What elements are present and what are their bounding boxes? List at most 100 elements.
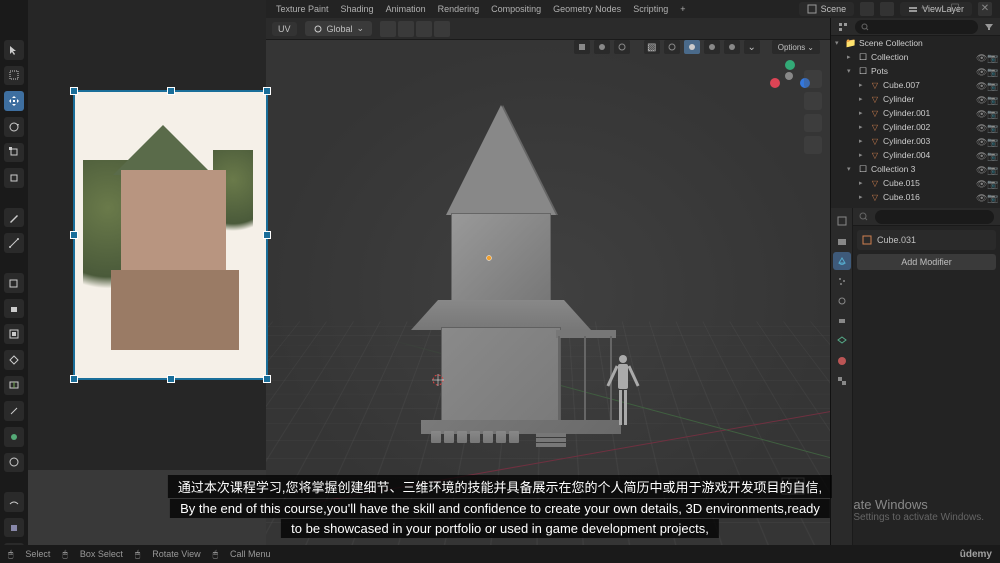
image-handle-tl[interactable] bbox=[70, 87, 78, 95]
menu-geometry-nodes[interactable]: Geometry Nodes bbox=[553, 4, 621, 14]
prop-tab-particle[interactable] bbox=[833, 272, 851, 290]
proportional-button[interactable] bbox=[416, 21, 432, 37]
tool-select-box[interactable] bbox=[4, 66, 24, 86]
perspective-icon[interactable] bbox=[804, 136, 822, 154]
tool-bevel[interactable] bbox=[4, 350, 24, 370]
house-model[interactable] bbox=[401, 105, 601, 475]
properties-search[interactable] bbox=[875, 210, 994, 224]
left-toolbar bbox=[0, 0, 28, 563]
prop-tab-data[interactable] bbox=[833, 332, 851, 350]
prop-tab-texture[interactable] bbox=[833, 372, 851, 390]
tool-annotate[interactable] bbox=[4, 208, 24, 228]
tool-scale[interactable] bbox=[4, 143, 24, 163]
tool-loopcut[interactable] bbox=[4, 376, 24, 396]
camera-icon[interactable] bbox=[804, 114, 822, 132]
image-handle-t[interactable] bbox=[167, 87, 175, 95]
tool-smooth[interactable] bbox=[4, 492, 24, 512]
gizmo-x-axis[interactable] bbox=[770, 78, 780, 88]
menu-animation[interactable]: Animation bbox=[386, 4, 426, 14]
close-button[interactable]: ✕ bbox=[970, 0, 1000, 16]
scene-name: Scene bbox=[821, 4, 847, 14]
image-handle-l[interactable] bbox=[70, 231, 78, 239]
menu-shading[interactable]: Shading bbox=[341, 4, 374, 14]
tool-rotate[interactable] bbox=[4, 117, 24, 137]
subtitle-line-2: By the end of this course,you'll have th… bbox=[170, 499, 830, 518]
select-visible[interactable] bbox=[574, 40, 590, 54]
menu-scripting[interactable]: Scripting bbox=[633, 4, 668, 14]
orientation-dropdown[interactable]: Global ⌄ bbox=[305, 21, 373, 36]
menu-compositing[interactable]: Compositing bbox=[491, 4, 541, 14]
scene-selector[interactable]: Scene bbox=[799, 2, 855, 16]
viewport-nav-icons bbox=[804, 70, 822, 154]
shading-dropdown[interactable]: ⌄ bbox=[744, 40, 760, 54]
image-handle-br[interactable] bbox=[263, 375, 271, 383]
scene-new[interactable] bbox=[860, 2, 874, 16]
gizmo-y-axis[interactable] bbox=[785, 60, 795, 70]
prop-tab-physics[interactable] bbox=[833, 292, 851, 310]
object-name-header[interactable]: Cube.031 bbox=[857, 230, 996, 250]
tree-cylinder[interactable]: ▸▽Cylinder👁📷 bbox=[831, 92, 1000, 106]
tool-edge[interactable] bbox=[4, 518, 24, 538]
rendered-shade[interactable] bbox=[724, 40, 740, 54]
prop-tab-output[interactable] bbox=[833, 232, 851, 250]
tree-cube007[interactable]: ▸▽Cube.007👁📷 bbox=[831, 78, 1000, 92]
tree-cube016[interactable]: ▸▽Cube.016👁📷 bbox=[831, 190, 1000, 204]
tree-cylinder002[interactable]: ▸▽Cylinder.002👁📷 bbox=[831, 120, 1000, 134]
status-select: Select bbox=[25, 549, 50, 559]
material-shade[interactable] bbox=[704, 40, 720, 54]
outliner-search[interactable] bbox=[855, 20, 978, 34]
tool-knife[interactable] bbox=[4, 401, 24, 421]
tool-move[interactable] bbox=[4, 91, 24, 111]
tree-cylinder003[interactable]: ▸▽Cylinder.003👁📷 bbox=[831, 134, 1000, 148]
pan-icon[interactable] bbox=[804, 92, 822, 110]
zoom-icon[interactable] bbox=[804, 70, 822, 88]
wireframe-shade[interactable] bbox=[664, 40, 680, 54]
overlay-toggle[interactable] bbox=[614, 40, 630, 54]
scene-delete[interactable] bbox=[880, 2, 894, 16]
tree-cylinder004[interactable]: ▸▽Cylinder.004👁📷 bbox=[831, 148, 1000, 162]
subtitle-line-3: to be showcased in your portfolio or use… bbox=[281, 519, 719, 538]
tool-extrude[interactable] bbox=[4, 299, 24, 319]
viewport-3d[interactable] bbox=[266, 40, 830, 545]
menu-add-workspace[interactable]: + bbox=[680, 4, 685, 14]
tree-pots-collection[interactable]: ▾☐Pots👁📷 bbox=[831, 64, 1000, 78]
tool-inset[interactable] bbox=[4, 324, 24, 344]
maximize-button[interactable]: ☐ bbox=[940, 0, 970, 16]
solid-shade[interactable] bbox=[684, 40, 700, 54]
tool-transform[interactable] bbox=[4, 168, 24, 188]
mannequin-model[interactable] bbox=[611, 355, 635, 437]
menu-rendering[interactable]: Rendering bbox=[438, 4, 480, 14]
image-handle-r[interactable] bbox=[263, 231, 271, 239]
prop-tab-modifier[interactable] bbox=[833, 252, 851, 270]
tree-scene-collection[interactable]: ▾📁Scene Collection bbox=[831, 36, 1000, 50]
tool-poly[interactable] bbox=[4, 427, 24, 447]
minimize-button[interactable]: ─ bbox=[910, 0, 940, 16]
cube-icon bbox=[861, 234, 873, 246]
tool-spin[interactable] bbox=[4, 453, 24, 473]
tool-measure[interactable] bbox=[4, 233, 24, 253]
menu-texture-paint[interactable]: Texture Paint bbox=[276, 4, 329, 14]
outliner-type-icon[interactable] bbox=[837, 21, 849, 33]
viewport-options[interactable]: Options ⌄ bbox=[772, 40, 820, 54]
snap-button[interactable] bbox=[398, 21, 414, 37]
add-modifier-button[interactable]: Add Modifier bbox=[857, 254, 996, 270]
image-handle-tr[interactable] bbox=[263, 87, 271, 95]
tree-collection3[interactable]: ▾☐Collection 3👁📷 bbox=[831, 162, 1000, 176]
gizmo-toggle[interactable] bbox=[594, 40, 610, 54]
tool-cursor[interactable] bbox=[4, 40, 24, 60]
tree-cylinder001[interactable]: ▸▽Cylinder.001👁📷 bbox=[831, 106, 1000, 120]
image-handle-bl[interactable] bbox=[70, 375, 78, 383]
prop-tab-render[interactable] bbox=[833, 212, 851, 230]
tree-collection[interactable]: ▸☐Collection👁📷 bbox=[831, 50, 1000, 64]
prop-tab-constraint[interactable] bbox=[833, 312, 851, 330]
filter-icon[interactable] bbox=[984, 22, 994, 32]
proportional-type-button[interactable] bbox=[434, 21, 450, 37]
reference-image[interactable] bbox=[73, 90, 268, 380]
image-handle-b[interactable] bbox=[167, 375, 175, 383]
tool-add-cube[interactable] bbox=[4, 273, 24, 293]
pivot-button[interactable] bbox=[380, 21, 396, 37]
tree-cube015[interactable]: ▸▽Cube.015👁📷 bbox=[831, 176, 1000, 190]
prop-tab-material[interactable] bbox=[833, 352, 851, 370]
editor-label[interactable]: UV bbox=[272, 22, 297, 36]
xray-toggle[interactable]: ▧ bbox=[644, 40, 660, 54]
